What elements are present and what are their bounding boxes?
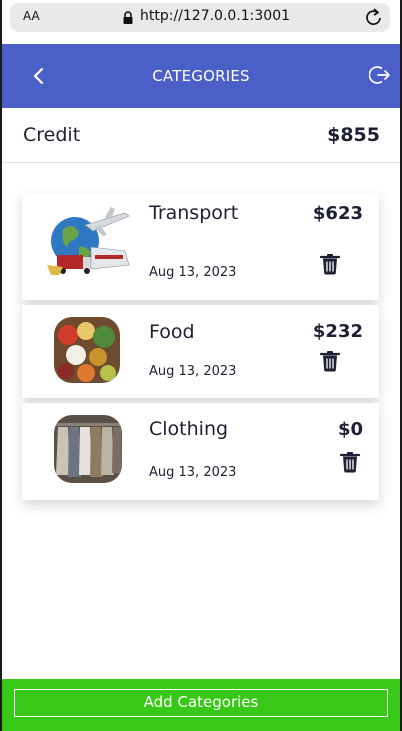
transport-image — [45, 203, 131, 281]
category-amount: $623 — [312, 203, 363, 224]
category-card-transport[interactable]: Transport $623 Aug 13, 2023 — [22, 193, 379, 300]
browser-bar: AA http://127.0.0.1:3001 — [0, 0, 402, 44]
url-text[interactable]: http://127.0.0.1:3001 — [140, 8, 290, 24]
lock-icon — [122, 10, 134, 29]
footer-bar: Add Categories — [0, 679, 402, 731]
category-card-food[interactable]: Food $232 Aug 13, 2023 — [22, 305, 379, 398]
category-date: Aug 13, 2023 — [149, 265, 237, 280]
category-amount: $232 — [312, 321, 363, 342]
category-name: Clothing — [149, 418, 229, 440]
credit-label: Credit — [23, 124, 81, 146]
category-card-clothing[interactable]: Clothing $0 Aug 13, 2023 — [22, 403, 379, 500]
category-date: Aug 13, 2023 — [149, 364, 237, 379]
trash-icon[interactable] — [319, 350, 341, 376]
add-categories-button[interactable]: Add Categories — [14, 689, 388, 717]
address-bar[interactable]: AA http://127.0.0.1:3001 — [10, 3, 390, 32]
food-image — [54, 317, 120, 383]
trash-icon[interactable] — [339, 451, 361, 477]
credit-summary: Credit $855 — [0, 108, 402, 163]
app-header: CATEGORIES — [0, 44, 402, 108]
clothing-image — [54, 415, 122, 483]
trash-icon[interactable] — [319, 253, 341, 279]
credit-value: $855 — [327, 124, 380, 146]
category-amount: $0 — [337, 419, 363, 440]
text-size-button[interactable]: AA — [23, 9, 40, 23]
category-name: Food — [149, 321, 195, 343]
logout-icon[interactable] — [368, 64, 391, 90]
category-date: Aug 13, 2023 — [149, 465, 237, 480]
reload-icon[interactable] — [364, 6, 384, 32]
page-title: CATEGORIES — [152, 67, 250, 85]
category-name: Transport — [149, 202, 239, 224]
